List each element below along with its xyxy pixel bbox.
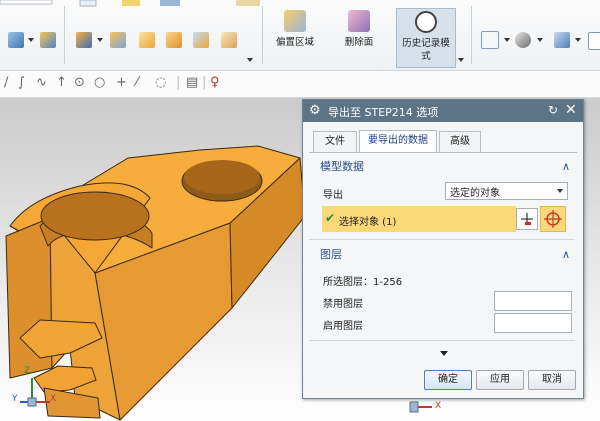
cancel-button[interactable]: 取消 xyxy=(528,370,576,390)
enabled-layers-label: 启用图层 xyxy=(323,321,363,332)
dialog-title: 导出至 STEP214 选项 xyxy=(328,106,439,119)
shell-icon[interactable] xyxy=(40,32,56,48)
draft-icon[interactable] xyxy=(221,32,237,48)
ribbon-separator xyxy=(262,6,263,64)
offset-region-icon xyxy=(284,10,306,32)
revolve-icon[interactable] xyxy=(110,32,126,48)
close-icon[interactable]: ✕ xyxy=(565,102,577,118)
ribbon-separator xyxy=(471,6,472,64)
sweep-icon[interactable] xyxy=(139,32,155,48)
export-step214-dialog: ⚙ 导出至 STEP214 选项 ↻ ✕ 文件 要导出的数据 高级 模型数据 ∧… xyxy=(302,99,584,399)
triad-y-label: Y xyxy=(12,394,18,404)
export-dropdown[interactable]: 选定的对象 xyxy=(445,182,568,200)
view-triad-x-label: X xyxy=(435,401,442,411)
point-on-face-snap-icon[interactable]: ◌ xyxy=(155,76,166,90)
disabled-layers-label: 禁用图层 xyxy=(323,299,363,310)
render-style-icon[interactable] xyxy=(515,32,531,48)
export-label: 导出 xyxy=(323,190,343,201)
chevron-down-icon[interactable] xyxy=(247,58,253,62)
dialog-title-bar[interactable]: ⚙ 导出至 STEP214 选项 ↻ ✕ xyxy=(303,100,583,122)
class-selection-button[interactable] xyxy=(516,208,538,230)
triad-z-label: Z xyxy=(24,366,31,376)
layers-section-header[interactable]: 图层 ∧ xyxy=(310,246,576,264)
select-object-label: 选择对象 (1) xyxy=(339,217,397,228)
chevron-down-icon[interactable] xyxy=(97,38,103,42)
section-divider xyxy=(309,239,575,240)
fit-view-icon[interactable] xyxy=(481,31,499,49)
ok-button[interactable]: 确定 xyxy=(424,370,472,390)
extrude-icon[interactable] xyxy=(76,32,92,48)
chevron-down-icon[interactable] xyxy=(537,38,543,42)
collapse-caret-icon[interactable]: ∧ xyxy=(562,158,570,176)
add-object-icon xyxy=(521,213,533,225)
enabled-layers-field[interactable] xyxy=(494,313,572,333)
ribbon-toolbar: 偏置区域 删除面 历史记录模 式 xyxy=(0,0,600,71)
chevron-down-icon xyxy=(557,189,563,193)
view-orientation-icon[interactable] xyxy=(554,32,570,48)
spline-snap-icon[interactable]: ∿ xyxy=(36,76,47,90)
apply-button[interactable]: 应用 xyxy=(476,370,524,390)
selected-layers-label: 所选图层：1-256 xyxy=(323,277,403,288)
snap-separator: | xyxy=(176,75,181,90)
clock-icon xyxy=(415,11,437,33)
intersection-snap-icon[interactable]: + xyxy=(116,76,127,90)
select-object-button[interactable] xyxy=(540,206,566,232)
chevron-down-icon[interactable] xyxy=(575,38,581,42)
snap-separator: | xyxy=(202,75,207,90)
tab-data-to-export[interactable]: 要导出的数据 xyxy=(359,130,437,153)
existing-point-snap-icon[interactable]: ⁄ xyxy=(136,76,138,90)
reset-icon[interactable]: ↻ xyxy=(548,103,558,117)
part-left-bore xyxy=(40,191,150,241)
disabled-layers-field[interactable] xyxy=(494,291,572,311)
chevron-down-icon[interactable] xyxy=(28,38,34,42)
history-mode-label-line1: 历史记录模 xyxy=(402,38,450,49)
filter-icon[interactable]: ▤ xyxy=(186,76,198,90)
crosshair-icon xyxy=(544,210,562,228)
history-mode-label-line2: 式 xyxy=(421,51,431,62)
selection-toolbar: ∕ ∫ ∿ ↑ ⊙ ○ + ⁄ ◌ | ▤ | ♀ xyxy=(0,71,600,98)
chevron-down-icon[interactable] xyxy=(458,58,464,62)
delete-face-label: 删除面 xyxy=(344,37,374,48)
tab-file[interactable]: 文件 xyxy=(313,131,357,152)
work-layer-icon[interactable] xyxy=(588,32,600,50)
expand-more-icon[interactable] xyxy=(440,351,448,356)
ribbon-top-strip xyxy=(0,0,260,7)
gear-icon[interactable]: ⚙ xyxy=(309,103,321,118)
history-mode-button[interactable]: 历史记录模 式 xyxy=(396,8,456,68)
model-data-section-header[interactable]: 模型数据 ∧ xyxy=(310,158,576,176)
line-snap-icon[interactable]: ∕ xyxy=(4,76,8,90)
ribbon-separator xyxy=(64,6,65,64)
point-on-curve-icon[interactable]: ♀ xyxy=(210,76,220,90)
coordinate-triad xyxy=(20,378,50,407)
delete-face-button[interactable]: 删除面 xyxy=(336,8,382,66)
block-icon[interactable] xyxy=(8,32,24,48)
chevron-down-icon[interactable] xyxy=(504,38,510,42)
center-snap-icon[interactable]: ⊙ xyxy=(74,76,85,90)
checkmark-icon: ✔ xyxy=(325,211,336,225)
collapse-caret-icon[interactable]: ∧ xyxy=(562,246,570,264)
delete-face-icon xyxy=(348,10,370,32)
part-hole-inner xyxy=(184,160,260,194)
reposition-area-button[interactable]: 偏置区域 xyxy=(270,8,320,66)
tab-advanced[interactable]: 高级 xyxy=(439,131,481,152)
quadrant-snap-icon[interactable]: ○ xyxy=(94,76,105,90)
select-object-row[interactable]: ✔ 选择对象 (1) xyxy=(322,206,516,232)
chamfer-icon[interactable] xyxy=(193,32,209,48)
section-divider xyxy=(309,340,575,341)
tab-baseline xyxy=(309,152,577,153)
blend-icon[interactable] xyxy=(166,32,182,48)
export-dropdown-value: 选定的对象 xyxy=(450,188,500,199)
triad-x-label: X xyxy=(50,394,57,404)
layers-heading: 图层 xyxy=(320,248,342,261)
model-data-heading: 模型数据 xyxy=(320,160,364,173)
curve-snap-icon[interactable]: ∫ xyxy=(18,76,25,90)
midpoint-snap-icon[interactable]: ↑ xyxy=(56,76,67,90)
reposition-area-label: 偏置区域 xyxy=(275,37,314,48)
